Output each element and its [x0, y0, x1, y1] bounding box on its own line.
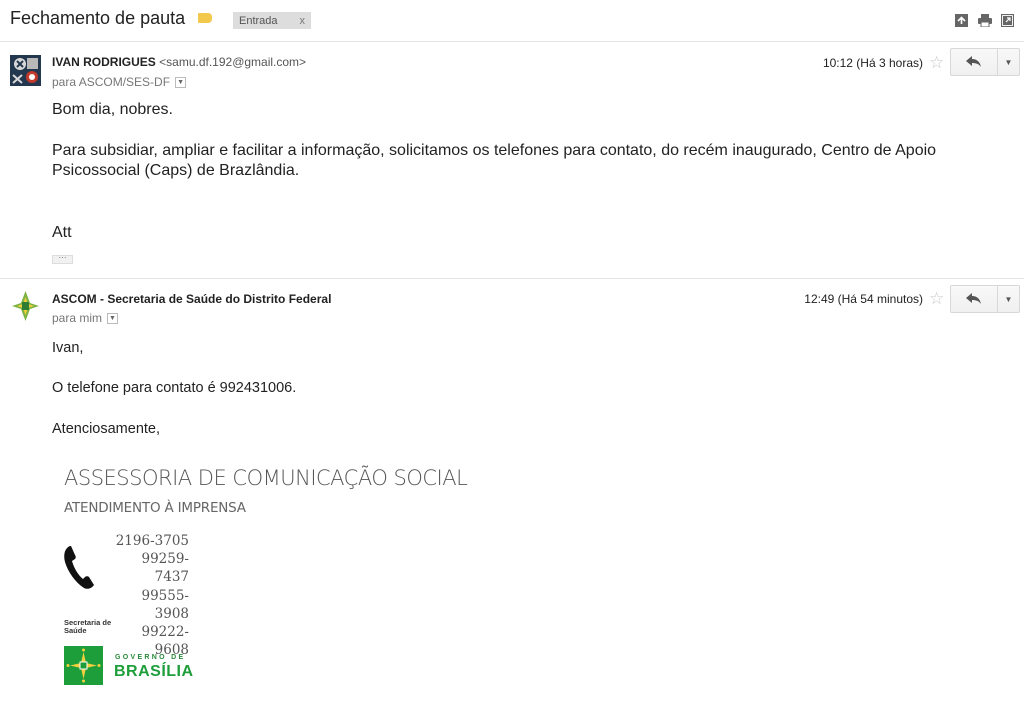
new-window-icon[interactable] — [1001, 14, 1014, 27]
gov-text-line1: GOVERNO DE — [115, 654, 186, 661]
recipient-line: para ASCOM/SES-DF ▼ — [52, 75, 187, 89]
more-actions-button[interactable]: ▼ — [998, 48, 1020, 76]
recipient-text: para ASCOM/SES-DF — [52, 75, 171, 89]
sender-name[interactable]: ASCOM - Secretaria de Saúde do Distrito … — [52, 292, 331, 306]
phone-icon — [62, 544, 96, 590]
inbox-label-text[interactable]: Entrada — [239, 15, 278, 27]
recipient-text: para mim — [52, 311, 103, 325]
message-card: IVAN RODRIGUES <samu.df.192@gmail.com> p… — [0, 43, 1024, 279]
signature-title: ASSESSORIA DE COMUNICAÇÃO SOCIAL — [64, 466, 468, 490]
message-line: Ivan, — [52, 340, 84, 356]
show-details-dropdown-icon[interactable]: ▼ — [175, 76, 187, 88]
avatar[interactable] — [10, 55, 41, 86]
gov-text-line2: BRASÍLIA — [114, 663, 194, 680]
star-icon[interactable]: ☆ — [929, 54, 944, 71]
avatar[interactable] — [10, 289, 41, 321]
message-line: Att — [52, 224, 72, 241]
thread-header: Fechamento de pauta Entrada x — [0, 0, 1024, 42]
expand-all-icon[interactable] — [955, 14, 968, 27]
thread-subject: Fechamento de pauta — [10, 8, 186, 28]
show-details-dropdown-icon[interactable]: ▼ — [107, 312, 119, 324]
signature-subtitle: ATENDIMENTO À IMPRENSA — [64, 500, 246, 516]
phone-number: 99555-3908 — [141, 587, 189, 622]
message-time[interactable]: 10:12 (Há 3 horas) — [823, 56, 923, 70]
phone-number: 2196-3705 — [115, 533, 189, 549]
reply-button[interactable] — [950, 285, 998, 313]
phone-list: 2196-3705 99259-7437 99555-3908 99222-96… — [113, 532, 189, 659]
sender: ASCOM - Secretaria de Saúde do Distrito … — [52, 292, 331, 306]
label-tag-icon[interactable] — [198, 13, 212, 23]
brasilia-logo-icon — [64, 646, 103, 685]
message-line: Atenciosamente, — [52, 421, 161, 437]
remove-label-button[interactable]: x — [300, 15, 306, 27]
reply-icon — [966, 56, 981, 67]
department-name: Secretaria de Saúde — [64, 618, 112, 635]
show-trimmed-content-button[interactable]: ··· — [52, 254, 73, 264]
sender: IVAN RODRIGUES <samu.df.192@gmail.com> — [52, 55, 306, 69]
message-line: Para subsidiar, ampliar e facilitar a in… — [52, 142, 937, 179]
inbox-label-chip[interactable]: Entrada x — [233, 12, 312, 29]
message-card: ASCOM - Secretaria de Saúde do Distrito … — [0, 280, 1024, 704]
message-line: O telefone para contato é 992431006. — [52, 380, 297, 396]
sender-email: <samu.df.192@gmail.com> — [159, 55, 307, 69]
message-time[interactable]: 12:49 (Há 54 minutos) — [804, 292, 923, 306]
star-icon[interactable]: ☆ — [929, 290, 944, 307]
print-icon[interactable] — [978, 14, 992, 27]
sender-name[interactable]: IVAN RODRIGUES — [52, 55, 156, 69]
reply-button[interactable] — [950, 48, 998, 76]
phone-number: 99259-7437 — [141, 551, 189, 586]
recipient-line: para mim ▼ — [52, 311, 119, 325]
reply-icon — [966, 293, 981, 304]
more-actions-button[interactable]: ▼ — [998, 285, 1020, 313]
message-line: Bom dia, nobres. — [52, 101, 173, 118]
